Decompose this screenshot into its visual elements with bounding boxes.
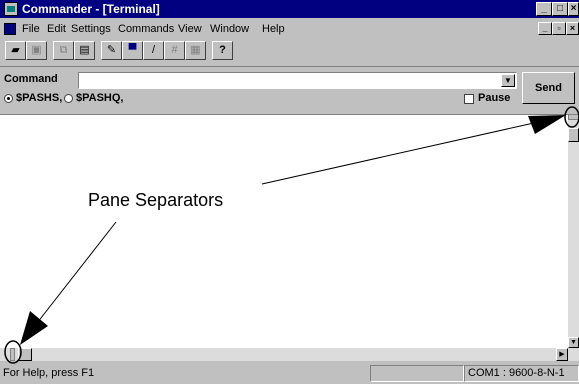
open-folder-icon[interactable]: ▰: [5, 41, 26, 60]
horizontal-pane-separator[interactable]: [10, 348, 15, 361]
pashq-radio-label[interactable]: $PASHQ,: [76, 92, 123, 104]
help-icon[interactable]: ?: [212, 41, 233, 60]
menu-file[interactable]: File: [22, 22, 40, 36]
menu-view[interactable]: View: [178, 22, 202, 36]
menu-window[interactable]: Window: [210, 22, 249, 36]
menu-help[interactable]: Help: [262, 22, 285, 36]
status-com-settings: COM1 : 9600-8-N-1: [468, 367, 565, 379]
scroll-right-arrow-icon[interactable]: ▶: [556, 348, 568, 361]
horizontal-scroll-thumb[interactable]: [18, 348, 32, 361]
pencil-icon[interactable]: /: [143, 41, 164, 60]
child-restore-button[interactable]: ▫: [552, 22, 566, 35]
pashs-radio-label[interactable]: $PASHS,: [16, 92, 62, 104]
title-bar[interactable]: Commander - [Terminal] _ □ ×: [0, 0, 579, 18]
save-icon[interactable]: ▣: [26, 41, 47, 60]
menu-commands[interactable]: Commands: [118, 22, 174, 36]
table-icon[interactable]: ▦: [185, 41, 206, 60]
command-dropdown-button[interactable]: ▼: [501, 74, 515, 87]
terminal-icon[interactable]: ▀: [122, 41, 143, 60]
child-minimize-button[interactable]: _: [538, 22, 552, 35]
menu-bar: File Edit Settings Commands View Window …: [0, 20, 579, 38]
toolbar: ▰ ▣ ⧉ ▤ ✎ ▀ / # ▦ ?: [0, 38, 579, 64]
copy-icon[interactable]: ⧉: [53, 41, 74, 60]
scroll-down-arrow-icon[interactable]: ▼: [568, 337, 579, 348]
send-button[interactable]: Send: [522, 72, 575, 104]
script-icon[interactable]: ✎: [101, 41, 122, 60]
document-icon[interactable]: [4, 23, 16, 35]
window-title: Commander - [Terminal]: [22, 2, 160, 16]
pause-label[interactable]: Pause: [478, 92, 510, 104]
grid-icon[interactable]: #: [164, 41, 185, 60]
child-close-button[interactable]: ×: [566, 22, 579, 35]
commander-window: Commander - [Terminal] _ □ × File Edit S…: [0, 0, 579, 384]
app-icon[interactable]: [4, 2, 18, 16]
pane-separators-label: Pane Separators: [88, 190, 224, 210]
menu-settings[interactable]: Settings: [71, 22, 111, 36]
vertical-scrollbar[interactable]: ▼: [568, 114, 579, 348]
vertical-pane-separator[interactable]: [568, 114, 579, 120]
minimize-button[interactable]: _: [536, 2, 552, 16]
paste-icon[interactable]: ▤: [74, 41, 95, 60]
status-help-text: For Help, press F1: [3, 367, 95, 379]
pashs-radio[interactable]: [4, 94, 13, 103]
vertical-scroll-thumb[interactable]: [568, 128, 579, 142]
close-button[interactable]: ×: [568, 2, 579, 16]
command-panel: Command ▼ Send $PASHS, $PASHQ, Pause: [0, 66, 579, 113]
status-panel-blank: [370, 365, 464, 382]
menu-edit[interactable]: Edit: [47, 22, 66, 36]
status-bar: For Help, press F1 COM1 : 9600-8-N-1: [0, 363, 579, 384]
command-label: Command: [4, 73, 58, 85]
terminal-pane[interactable]: [0, 114, 568, 348]
maximize-button[interactable]: □: [552, 2, 568, 16]
command-input[interactable]: ▼: [78, 72, 517, 89]
pashq-radio[interactable]: [64, 94, 73, 103]
pause-checkbox[interactable]: [464, 94, 474, 104]
horizontal-scrollbar[interactable]: ▶: [0, 348, 579, 361]
